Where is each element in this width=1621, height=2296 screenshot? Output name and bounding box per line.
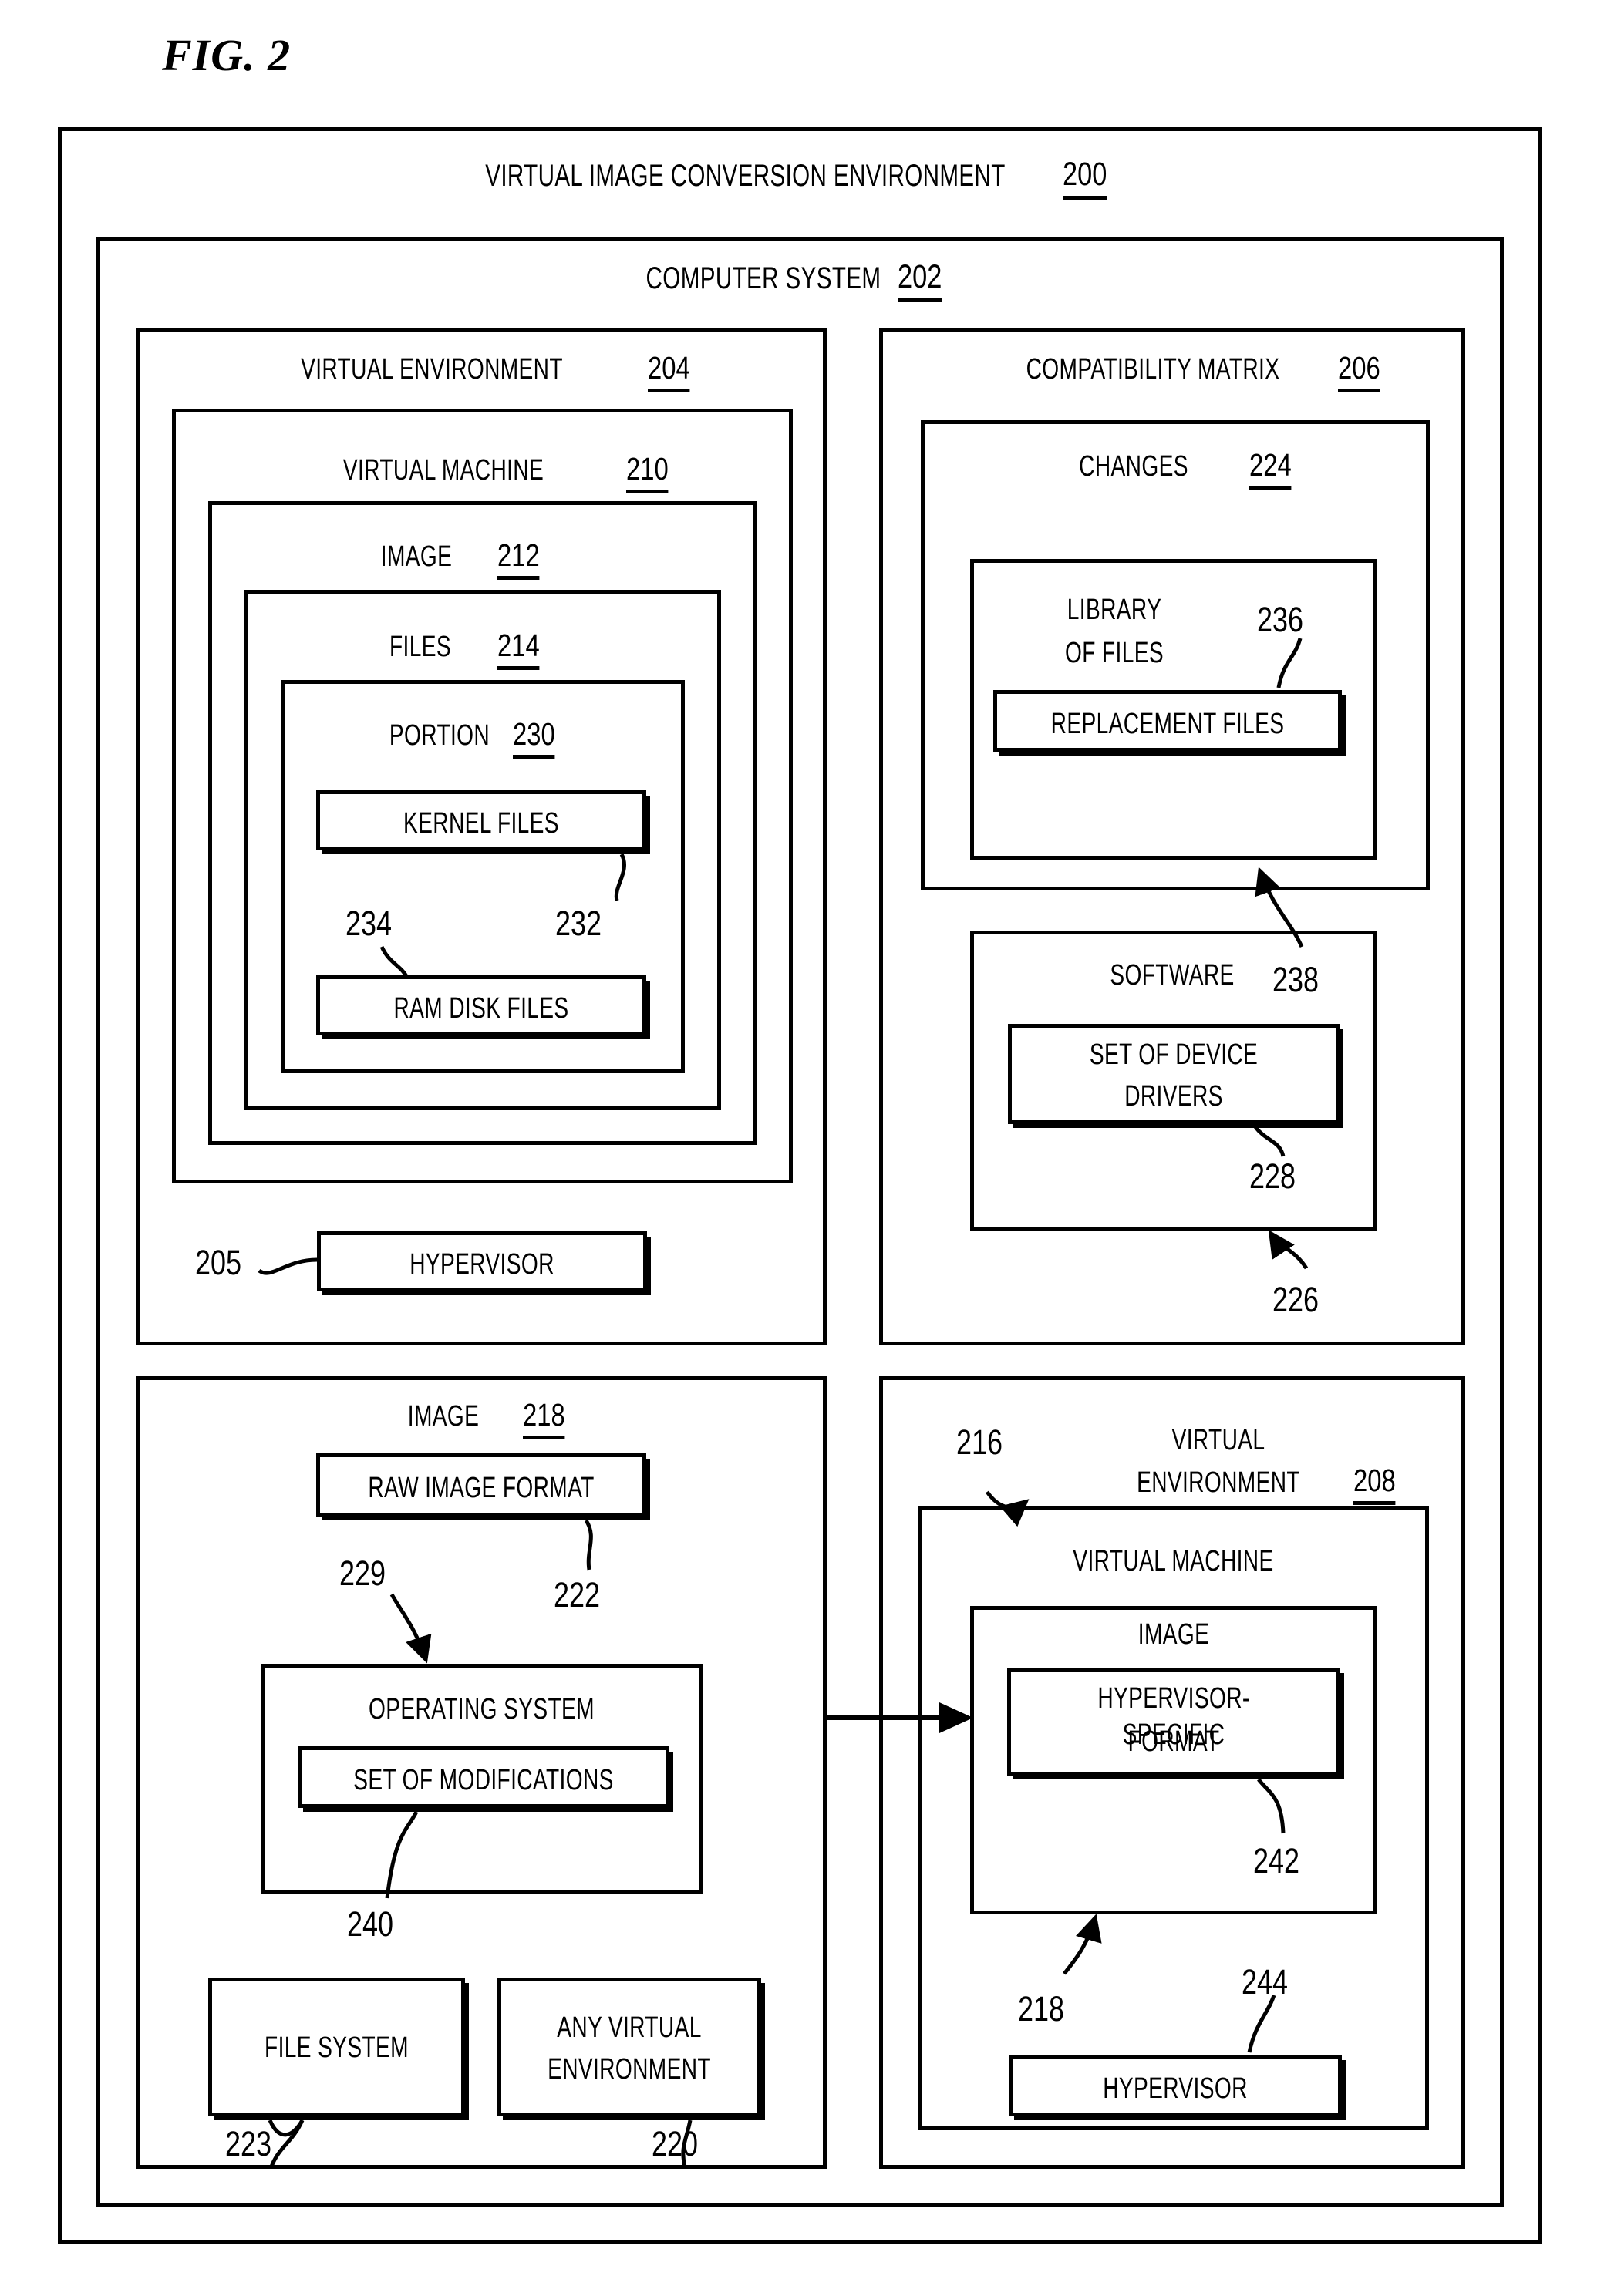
library-of-files-label-line1: LIBRARY (1067, 594, 1162, 626)
computer-system-ref: 202 (898, 258, 942, 302)
outer-ref: 200 (1063, 156, 1107, 200)
library-of-files-label-line2: OF FILES (1065, 637, 1164, 669)
operating-system-label: OPERATING SYSTEM (369, 1693, 595, 1725)
set-of-modifications-ref: 240 (347, 1904, 394, 1944)
operating-system-ref: 229 (339, 1554, 386, 1593)
hypervisor-specific-format-label-line2: FORMAT (1127, 1725, 1220, 1758)
files-title: FILES (389, 631, 451, 663)
set-of-modifications-label: SET OF MODIFICATIONS (353, 1764, 614, 1796)
portion-ref: 230 (513, 716, 555, 759)
files-ref: 214 (497, 628, 540, 670)
image-raw-title: IMAGE (407, 1400, 480, 1432)
patent-figure-page: FIG. 2 VIRTUAL IMAGE CONVERSION ENVIRONM… (0, 0, 1621, 2296)
image-target-pointer-ref: 218 (1018, 1989, 1065, 2028)
portion-title: PORTION (389, 719, 490, 752)
any-virtual-environment-ref: 220 (652, 2124, 699, 2163)
set-of-device-drivers-ref: 228 (1249, 1156, 1296, 1196)
kernel-files-label: KERNEL FILES (403, 807, 559, 840)
changes-ref: 224 (1249, 447, 1292, 490)
raw-image-format-label: RAW IMAGE FORMAT (368, 1472, 595, 1504)
hypervisor-target-label: HYPERVISOR (1103, 2072, 1248, 2105)
virtual-machine-target-title: VIRTUAL MACHINE (1073, 1545, 1274, 1577)
any-virtual-environment-label-line2: ENVIRONMENT (548, 2053, 711, 2086)
outer-title: VIRTUAL IMAGE CONVERSION ENVIRONMENT (485, 159, 1006, 193)
software-title: SOFTWARE (1110, 959, 1235, 991)
software-ref: 226 (1272, 1280, 1319, 1319)
replacement-files-label: REPLACEMENT FILES (1050, 708, 1285, 740)
compatibility-matrix-ref: 206 (1338, 350, 1380, 392)
raw-image-format-ref: 222 (554, 1575, 601, 1614)
set-of-device-drivers-label-line1: SET OF DEVICE (1089, 1039, 1259, 1071)
any-virtual-environment-box (497, 1978, 761, 2116)
any-virtual-environment-label-line1: ANY VIRTUAL (557, 2012, 702, 2044)
computer-system-title: COMPUTER SYSTEM (645, 261, 881, 295)
ram-disk-files-label: RAM DISK FILES (393, 992, 569, 1025)
image-source-ref: 212 (497, 537, 540, 580)
library-of-files-ref: 236 (1257, 600, 1304, 639)
file-system-label: FILE SYSTEM (265, 2032, 409, 2064)
set-of-device-drivers-label-line2: DRIVERS (1124, 1080, 1223, 1113)
virtual-environment-source-ref: 204 (648, 350, 690, 392)
changes-title: CHANGES (1079, 450, 1188, 483)
virtual-machine-source-ref: 210 (626, 451, 669, 493)
virtual-environment-target-title-line2: ENVIRONMENT (1137, 1466, 1300, 1499)
hypervisor-target-ref: 244 (1242, 1962, 1289, 2001)
hypervisor-specific-format-ref: 242 (1253, 1841, 1300, 1880)
image-target-title: IMAGE (1137, 1618, 1210, 1651)
compatibility-matrix-title: COMPATIBILITY MATRIX (1026, 353, 1280, 385)
hypervisor-source-label: HYPERVISOR (409, 1248, 554, 1281)
image-source-title: IMAGE (380, 540, 453, 573)
kernel-files-ref: 232 (555, 904, 602, 943)
ram-disk-files-ref: 234 (345, 904, 393, 943)
virtual-environment-target-title-line1: VIRTUAL (1171, 1424, 1265, 1456)
file-system-ref: 223 (225, 2124, 272, 2163)
virtual-machine-source-title: VIRTUAL MACHINE (342, 454, 544, 486)
figure-label: FIG. 2 (162, 30, 292, 80)
virtual-environment-target-ref: 208 (1353, 1463, 1396, 1505)
virtual-environment-source-title: VIRTUAL ENVIRONMENT (301, 353, 563, 385)
virtual-environment-target-pointer-ref: 216 (956, 1422, 1003, 1462)
image-raw-ref: 218 (523, 1397, 565, 1439)
hypervisor-source-ref: 205 (195, 1243, 242, 1282)
